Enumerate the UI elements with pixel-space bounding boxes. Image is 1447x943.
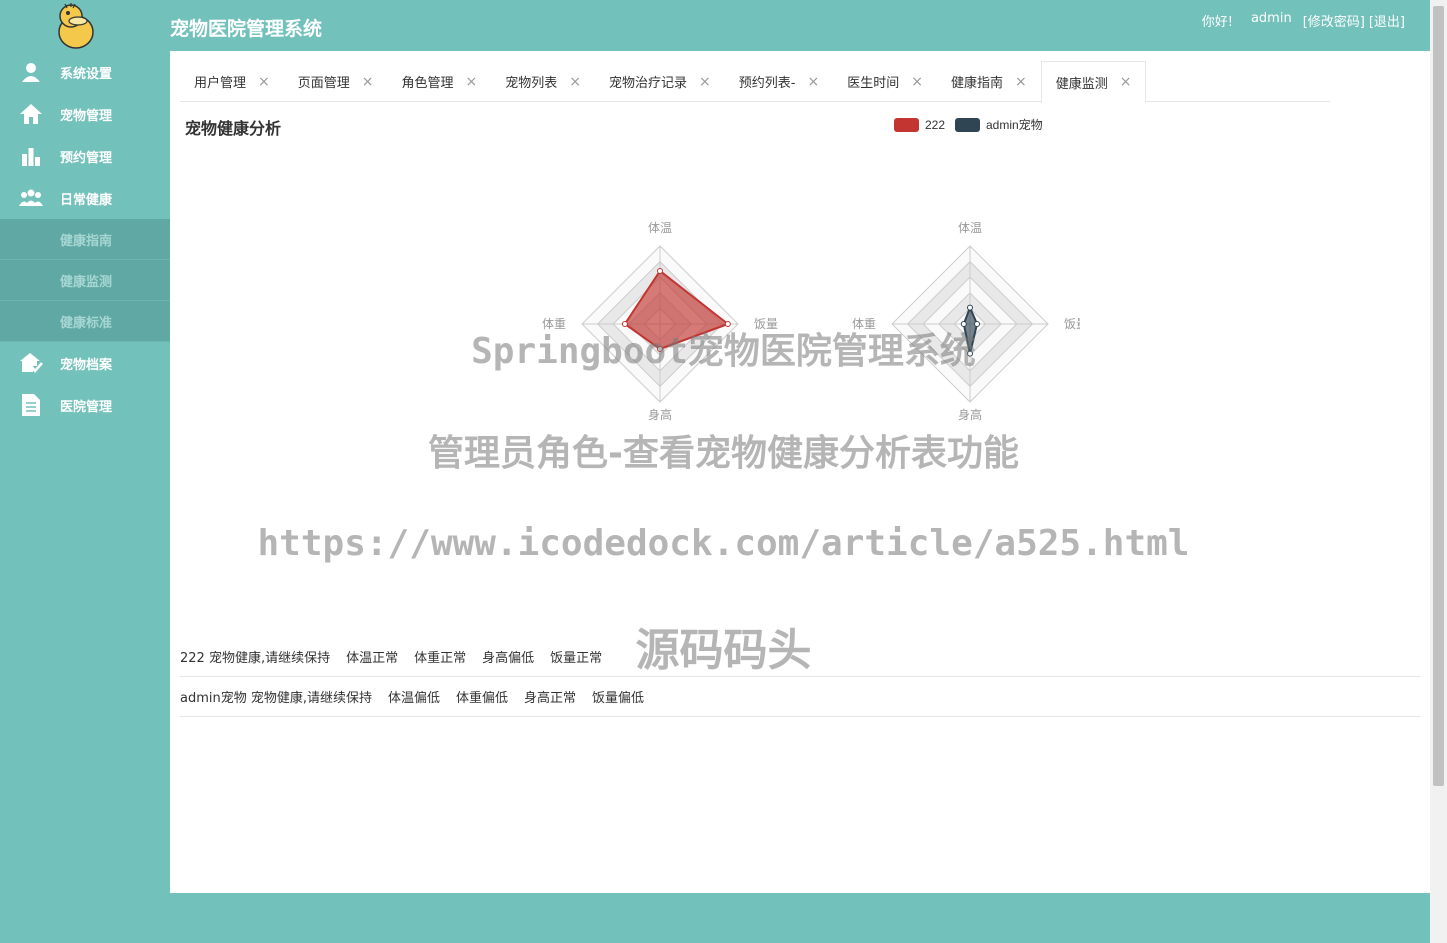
sidebar-item-label: 系统设置 (60, 66, 113, 82)
tab-8[interactable]: 健康监测 × (1040, 61, 1147, 103)
radar-point (967, 350, 973, 357)
group-icon (18, 187, 44, 209)
list-item: 222 宠物健康,请继续保持 体温正常 体重正常 身高偏低 饭量正常 (180, 637, 1420, 677)
tab-label: 预约列表- (738, 76, 796, 91)
submenu-item-health-standard[interactable]: 健康标准 (0, 301, 170, 342)
result-cell: 饭量偏低 (592, 691, 645, 706)
close-icon[interactable]: × (807, 74, 819, 90)
radar-point (967, 304, 973, 311)
tab-3[interactable]: 宠物列表 × (491, 61, 595, 102)
sidebar-item-pet-management[interactable]: 宠物管理 (0, 93, 170, 135)
legend-swatch (894, 118, 919, 132)
tab-label: 宠物治疗记录 (609, 76, 688, 91)
tab-2[interactable]: 角色管理 × (388, 61, 492, 102)
radar-point (960, 321, 967, 327)
radar-indicator-label: 饭量 (754, 317, 778, 331)
logo-duck-icon (58, 3, 94, 49)
radar-point (974, 321, 981, 327)
sidebar-item-label: 宠物管理 (60, 108, 113, 124)
sidebar-item-label: 医院管理 (60, 399, 113, 415)
result-cell: 体重正常 (414, 651, 467, 666)
tab-label: 健康监测 (1055, 76, 1108, 92)
result-cell: 体温正常 (346, 651, 399, 666)
radar-indicator-label: 体温 (648, 221, 672, 235)
radar-indicator-label: 身高 (958, 407, 982, 422)
header-user-bar: 你好! admin [修改密码] [退出] (1202, 11, 1405, 30)
close-icon[interactable]: × (1015, 74, 1027, 90)
radar-point (621, 321, 628, 327)
radar-indicator-label: 身高 (648, 407, 672, 422)
result-cell: 222 宠物健康,请继续保持 (180, 651, 331, 666)
result-cell: 身高正常 (524, 691, 577, 706)
submenu-item-health-guide[interactable]: 健康指南 (0, 219, 170, 260)
sidebar-item-pet-archive[interactable]: 宠物档案 (0, 342, 170, 384)
sidebar: 系统设置 宠物管理 预约管理 日常健康 健康指南 健康监测 健康标准 宠物档案 … (0, 0, 170, 943)
radar-indicator-label: 体温 (958, 221, 982, 235)
close-icon[interactable]: × (258, 74, 270, 90)
sidebar-item-label: 日常健康 (60, 192, 113, 208)
radar-indicator-label: 体重 (542, 317, 566, 331)
submenu-item-health-monitoring[interactable]: 健康监测 (0, 260, 170, 301)
logout-link[interactable]: [退出] (1369, 11, 1405, 30)
app-title: 宠物医院管理系统 (170, 18, 323, 40)
sidebar-item-appointment-management[interactable]: 预约管理 (0, 135, 170, 177)
main-content: 用户管理 × 页面管理 × 角色管理 × 宠物列表 × 宠物治疗记录 × 预约列表- × 医生时间 × 健康… (170, 51, 1430, 893)
sidebar-item-system-settings[interactable]: 系统设置 (0, 51, 170, 93)
scrollbar[interactable] (1430, 0, 1447, 943)
radar-indicator-label: 饭量 (1064, 317, 1080, 331)
pet-house-icon (18, 352, 44, 374)
sidebar-item-label: 宠物档案 (60, 357, 113, 373)
radar-point (657, 345, 663, 352)
user-icon (18, 61, 44, 83)
tab-bar: 用户管理 × 页面管理 × 角色管理 × 宠物列表 × 宠物治疗记录 × 预约列表- × 医生时间 × 健康… (180, 61, 1330, 103)
username: admin (1250, 11, 1292, 26)
radar-point (657, 267, 663, 274)
tab-4[interactable]: 宠物治疗记录 × (595, 61, 725, 102)
tab-0[interactable]: 用户管理 × (180, 61, 284, 102)
sidebar-item-daily-health[interactable]: 日常健康 (0, 177, 170, 219)
page-title: 宠物健康分析 (185, 119, 282, 138)
close-icon[interactable]: × (1120, 74, 1132, 90)
legend-swatch (955, 118, 980, 132)
radar-indicator-label: 体重 (852, 317, 876, 331)
bar-chart-icon (18, 145, 44, 167)
tab-label: 健康指南 (950, 76, 1003, 91)
result-cell: 体温偏低 (388, 691, 441, 706)
result-cell: 饭量正常 (550, 651, 603, 666)
tab-label: 角色管理 (401, 76, 454, 91)
tab-6[interactable]: 医生时间 × (833, 61, 937, 102)
tab-7[interactable]: 健康指南 × (937, 61, 1041, 102)
tab-label: 用户管理 (194, 76, 247, 91)
result-cell: 身高偏低 (482, 651, 535, 666)
close-icon[interactable]: × (699, 74, 711, 90)
close-icon[interactable]: × (362, 74, 374, 90)
sidebar-item-hospital-management[interactable]: 医院管理 (0, 384, 170, 426)
close-icon[interactable]: × (466, 74, 478, 90)
tab-label: 医生时间 (847, 76, 900, 91)
tab-label: 页面管理 (297, 76, 350, 91)
sidebar-item-label: 预约管理 (60, 150, 113, 166)
health-result-list: 222 宠物健康,请继续保持 体温正常 体重正常 身高偏低 饭量正常 admin宠物 宠物… (180, 637, 1420, 717)
list-item: admin宠物 宠物健康,请继续保持 体温偏低 体重偏低 身高正常 饭量偏低 (180, 677, 1420, 717)
result-cell: admin宠物 宠物健康,请继续保持 (180, 691, 372, 706)
close-icon[interactable]: × (569, 74, 581, 90)
document-icon (18, 394, 44, 416)
tab-5[interactable]: 预约列表- × (725, 61, 833, 102)
home-icon (18, 103, 44, 125)
scrollbar-thumb[interactable] (1433, 6, 1444, 786)
radar-chart: 222 admin宠物体温饭量身高 体重 体温饭量身高 体重 (542, 117, 1080, 422)
greeting-text: 你好! (1201, 15, 1233, 30)
legend-label: admin宠物 (986, 117, 1043, 132)
change-password-link[interactable]: [修改密码] (1303, 11, 1365, 30)
tab-1[interactable]: 页面管理 × (284, 61, 388, 102)
tab-label: 宠物列表 (505, 76, 558, 91)
close-icon[interactable]: × (911, 74, 923, 90)
result-cell: 体重偏低 (456, 691, 509, 706)
radar-point (724, 321, 731, 327)
sidebar-menu: 系统设置 宠物管理 预约管理 日常健康 健康指南 健康监测 健康标准 宠物档案 … (0, 51, 170, 426)
legend-label: 222 (925, 118, 945, 132)
